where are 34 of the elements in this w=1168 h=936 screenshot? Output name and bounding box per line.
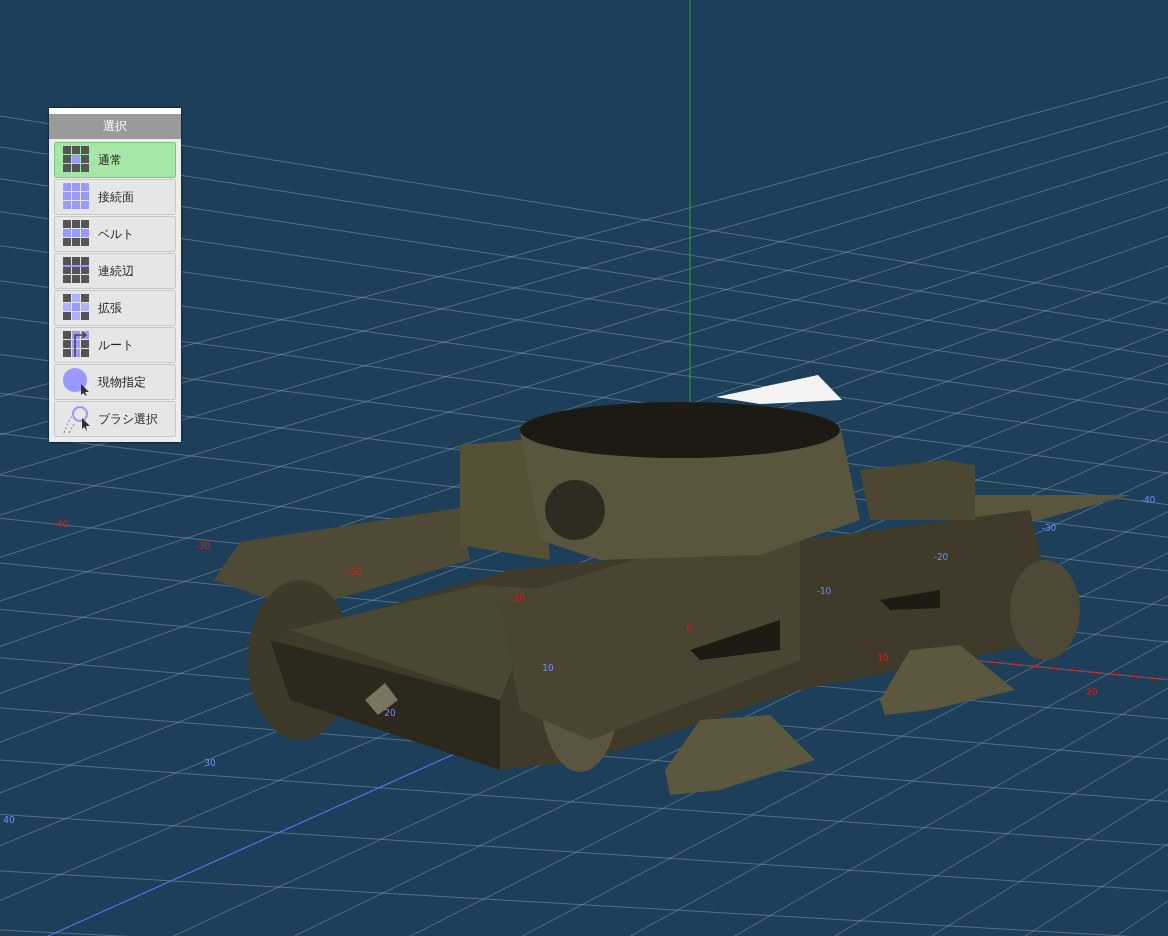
connected-selection-icon <box>63 183 90 211</box>
x-axis-tick-label: 10 <box>877 653 889 663</box>
x-axis-tick-label: -20 <box>347 567 363 577</box>
z-axis-tick-label: -40 <box>1140 495 1156 505</box>
z-axis-tick-label: 20 <box>384 708 396 718</box>
edge-loop-selection-icon <box>63 257 90 285</box>
object-selection-icon <box>63 368 90 396</box>
x-axis-tick-label: -30 <box>195 541 211 551</box>
selection-mode-button[interactable]: 通常 <box>54 142 176 178</box>
x-axis-tick-label: 20 <box>1086 687 1098 697</box>
expand-selection-icon <box>63 294 90 322</box>
x-axis-tick-label: 0 <box>686 623 692 633</box>
tank-model-drawing[interactable] <box>214 375 1130 795</box>
z-axis-tick-label: 10 <box>542 663 554 673</box>
selection-mode-button[interactable]: 拡張 <box>54 290 176 326</box>
z-axis-tick-label: -30 <box>1041 523 1057 533</box>
z-axis-tick-label: -20 <box>933 552 949 562</box>
normal-selection-icon <box>63 146 90 174</box>
x-axis-tick-label: -40 <box>53 519 69 529</box>
belt-selection-icon <box>63 220 90 248</box>
3d-viewport[interactable]: -40 -30 -20 -10 0 10 20 40 30 20 10 -10 -20 -30 -40 選択 通常 接続面 ベルト 連続辺 拡張 ルート 現物指定 ブラシ選択 <box>0 0 1168 936</box>
z-axis-tick-label: 30 <box>204 758 216 768</box>
selection-mode-button[interactable]: 接続面 <box>54 179 176 215</box>
z-axis-tick-label: 40 <box>3 815 15 825</box>
x-axis-tick-label: -10 <box>510 593 526 603</box>
route-selection-icon <box>63 331 90 359</box>
panel-title: 選択 <box>49 114 181 139</box>
selection-mode-button[interactable]: 現物指定 <box>54 364 176 400</box>
z-axis-tick-label: -10 <box>816 586 832 596</box>
selection-mode-button[interactable]: ルート <box>54 327 176 363</box>
selection-mode-button[interactable]: ベルト <box>54 216 176 252</box>
brush-selection-icon <box>63 405 90 433</box>
selection-mode-button[interactable]: 連続辺 <box>54 253 176 289</box>
selection-mode-button[interactable]: ブラシ選択 <box>54 401 176 437</box>
